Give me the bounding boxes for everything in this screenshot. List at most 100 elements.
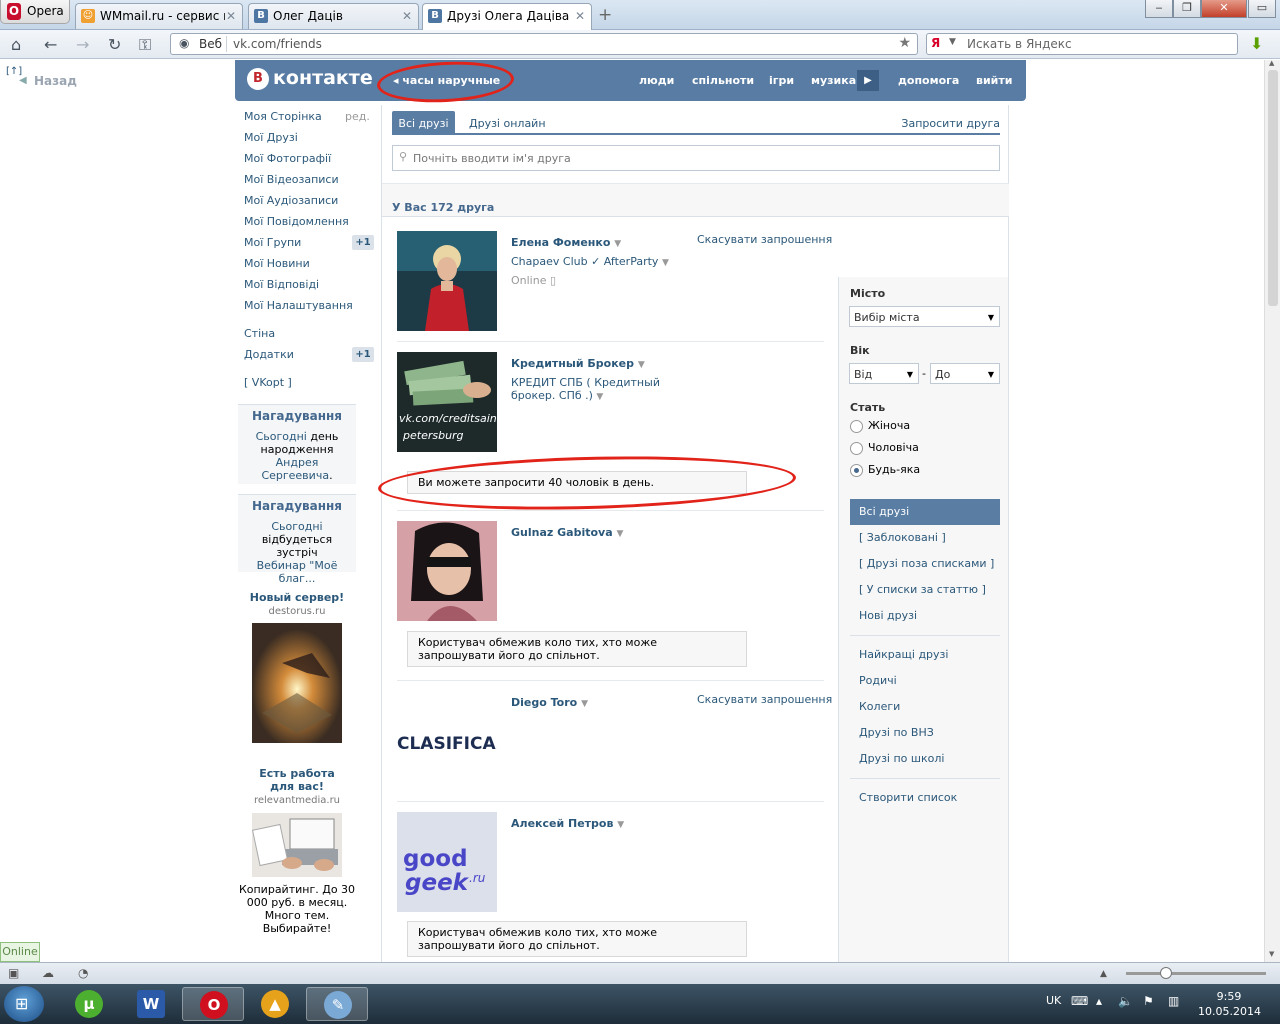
- ad-server[interactable]: Новый сервер! destorus.ru: [238, 591, 356, 743]
- scrollbar-thumb[interactable]: [1268, 70, 1278, 306]
- taskbar-opera[interactable]: O: [182, 987, 244, 1021]
- restore-down-icon[interactable]: ▭: [1248, 0, 1276, 18]
- friend-name[interactable]: Кредитный Брокер ▼: [511, 357, 645, 370]
- network-icon[interactable]: ▥: [1168, 994, 1179, 1008]
- radio-female[interactable]: Жіноча: [850, 419, 910, 433]
- taskbar-aimp[interactable]: ▲: [244, 987, 306, 1021]
- city-select[interactable]: Вибір міста ▼: [849, 306, 1000, 327]
- menu-my-news[interactable]: Мої Новини: [244, 257, 310, 270]
- tab-all-friends[interactable]: Всі друзі: [392, 111, 455, 135]
- tray-clock[interactable]: 9:59 10.05.2014: [1198, 989, 1261, 1019]
- web-search-chip[interactable]: ◉ Веб: [175, 36, 227, 52]
- reminder-person-link[interactable]: Андрея Сергеевича: [261, 456, 329, 482]
- close-window-icon[interactable]: ✕: [1201, 0, 1247, 18]
- radio-male[interactable]: Чоловіча: [850, 441, 919, 455]
- menu-my-answers[interactable]: Мої Відповіді: [244, 278, 319, 291]
- age-to-select[interactable]: До ▼: [930, 363, 1000, 384]
- menu-my-groups[interactable]: Мої Групи: [244, 236, 301, 249]
- ad-title[interactable]: Новый сервер!: [238, 591, 356, 604]
- list-best-friends[interactable]: Найкращі друзі: [850, 642, 1000, 668]
- chevron-down-icon[interactable]: ▼: [949, 37, 956, 47]
- create-list-link[interactable]: Створити список: [850, 785, 1000, 811]
- zoom-slider-track[interactable]: [1126, 972, 1266, 975]
- speed-dial-icon[interactable]: ◔: [78, 966, 88, 980]
- nav-communities[interactable]: спільноти: [692, 74, 754, 87]
- ad-title[interactable]: Есть работа для вас!: [238, 767, 356, 793]
- restore-icon[interactable]: ❐: [1173, 0, 1201, 18]
- start-button[interactable]: ⊞: [4, 986, 44, 1022]
- friend-name[interactable]: Diego Toro ▼: [511, 696, 588, 709]
- menu-apps[interactable]: Додатки: [244, 348, 294, 361]
- dropdown-triangle-icon[interactable]: ▼: [614, 239, 621, 249]
- invite-friend-link[interactable]: Запросити друга: [901, 117, 1000, 130]
- list-unlisted[interactable]: [ Друзі поза списками ]: [850, 551, 1000, 577]
- taskbar-utorrent[interactable]: µ: [58, 987, 120, 1021]
- friend-search-input[interactable]: ⚲ Почніть вводити ім'я друга: [392, 145, 1000, 171]
- list-university[interactable]: Друзі по ВНЗ: [850, 720, 1000, 746]
- zoom-out-icon[interactable]: ▲: [1100, 969, 1107, 979]
- download-icon[interactable]: ⬇: [1250, 34, 1268, 53]
- bookmark-star-icon[interactable]: ★: [898, 35, 911, 51]
- volume-icon[interactable]: 🔈: [1118, 994, 1133, 1008]
- friend-photo[interactable]: good geek .ru: [397, 812, 497, 912]
- zoom-slider-knob[interactable]: [1160, 967, 1172, 979]
- minimize-icon[interactable]: ‒: [1145, 0, 1173, 18]
- menu-wall[interactable]: Стіна: [244, 327, 275, 340]
- ad-image[interactable]: [252, 623, 342, 743]
- vk-logo-text[interactable]: контакте: [273, 67, 373, 89]
- list-by-gender[interactable]: [ У списки за статтю ]: [850, 577, 1000, 603]
- nav-games[interactable]: ігри: [769, 74, 794, 87]
- list-new-friends[interactable]: Нові друзі: [850, 603, 1000, 629]
- menu-edit-link[interactable]: ред.: [345, 110, 370, 123]
- dropdown-triangle-icon[interactable]: ▼: [662, 258, 669, 268]
- cancel-invite-link[interactable]: Скасувати запрошення: [697, 233, 832, 246]
- reminder-today-link[interactable]: Сьогодні: [271, 520, 322, 533]
- tray-expand-icon[interactable]: ▴: [1096, 994, 1102, 1008]
- nav-help[interactable]: допомога: [898, 74, 959, 87]
- close-tab-icon[interactable]: ✕: [575, 9, 585, 23]
- menu-my-messages[interactable]: Мої Повідомлення: [244, 215, 349, 228]
- radio-circle[interactable]: [850, 441, 863, 455]
- play-icon[interactable]: ▶: [857, 70, 879, 91]
- reminder-today-link[interactable]: Сьогодні: [256, 430, 307, 443]
- menu-my-page[interactable]: Моя Сторінка: [244, 110, 322, 123]
- nav-logout[interactable]: вийти: [976, 74, 1012, 87]
- key-icon[interactable]: ⚿: [139, 35, 151, 55]
- opera-menu-button[interactable]: O Opera: [0, 0, 70, 24]
- age-from-select[interactable]: Від ▼: [849, 363, 919, 384]
- scroll-down-icon[interactable]: ▼: [1269, 950, 1274, 958]
- address-field[interactable]: ◉ Веб vk.com/friends ★: [170, 33, 918, 55]
- list-colleagues[interactable]: Колеги: [850, 694, 1000, 720]
- forward-arrow-icon[interactable]: →: [76, 35, 89, 54]
- list-blocked[interactable]: [ Заблоковані ]: [850, 525, 1000, 551]
- dropdown-triangle-icon[interactable]: ▼: [617, 820, 624, 830]
- dropdown-triangle-icon[interactable]: ▼: [596, 392, 603, 402]
- taskbar-word[interactable]: W: [120, 987, 182, 1021]
- new-tab-icon[interactable]: +: [598, 5, 612, 25]
- list-all-friends[interactable]: Всі друзі: [850, 499, 1000, 525]
- radio-circle-selected[interactable]: [850, 463, 863, 477]
- keyboard-icon[interactable]: ⌨: [1071, 994, 1088, 1008]
- nav-music[interactable]: музика: [811, 74, 856, 87]
- taskbar-paint[interactable]: ✎: [306, 987, 368, 1021]
- friend-name[interactable]: Алексей Петров ▼: [511, 817, 624, 830]
- groups-badge[interactable]: +1: [352, 235, 374, 250]
- reminder-event-link[interactable]: Вебинар "Моё благ...: [257, 559, 338, 585]
- dropdown-triangle-icon[interactable]: ▼: [581, 699, 588, 709]
- friend-photo[interactable]: vk.com/creditsain petersburg: [397, 352, 497, 452]
- tab-friends-active[interactable]: B Друзі Олега Даціва | 1... ✕: [422, 3, 592, 30]
- scroll-up-icon[interactable]: ▲: [1269, 59, 1274, 67]
- list-relatives[interactable]: Родичі: [850, 668, 1000, 694]
- dropdown-triangle-icon[interactable]: ▼: [616, 529, 623, 539]
- url-text[interactable]: vk.com/friends: [233, 37, 322, 51]
- menu-my-videos[interactable]: Мої Відеозаписи: [244, 173, 339, 186]
- menu-my-photos[interactable]: Мої Фотографії: [244, 152, 331, 165]
- menu-my-audio[interactable]: Мої Аудіозаписи: [244, 194, 338, 207]
- friend-photo[interactable]: CLASIFICA2: [397, 691, 497, 791]
- cloud-icon[interactable]: ☁: [42, 966, 54, 980]
- friend-photo[interactable]: [397, 231, 497, 331]
- cancel-invite-link[interactable]: Скасувати запрошення: [697, 693, 832, 706]
- back-arrow-icon[interactable]: ←: [44, 35, 57, 54]
- reload-icon[interactable]: ↻: [108, 35, 121, 54]
- home-icon[interactable]: ⌂: [11, 35, 21, 54]
